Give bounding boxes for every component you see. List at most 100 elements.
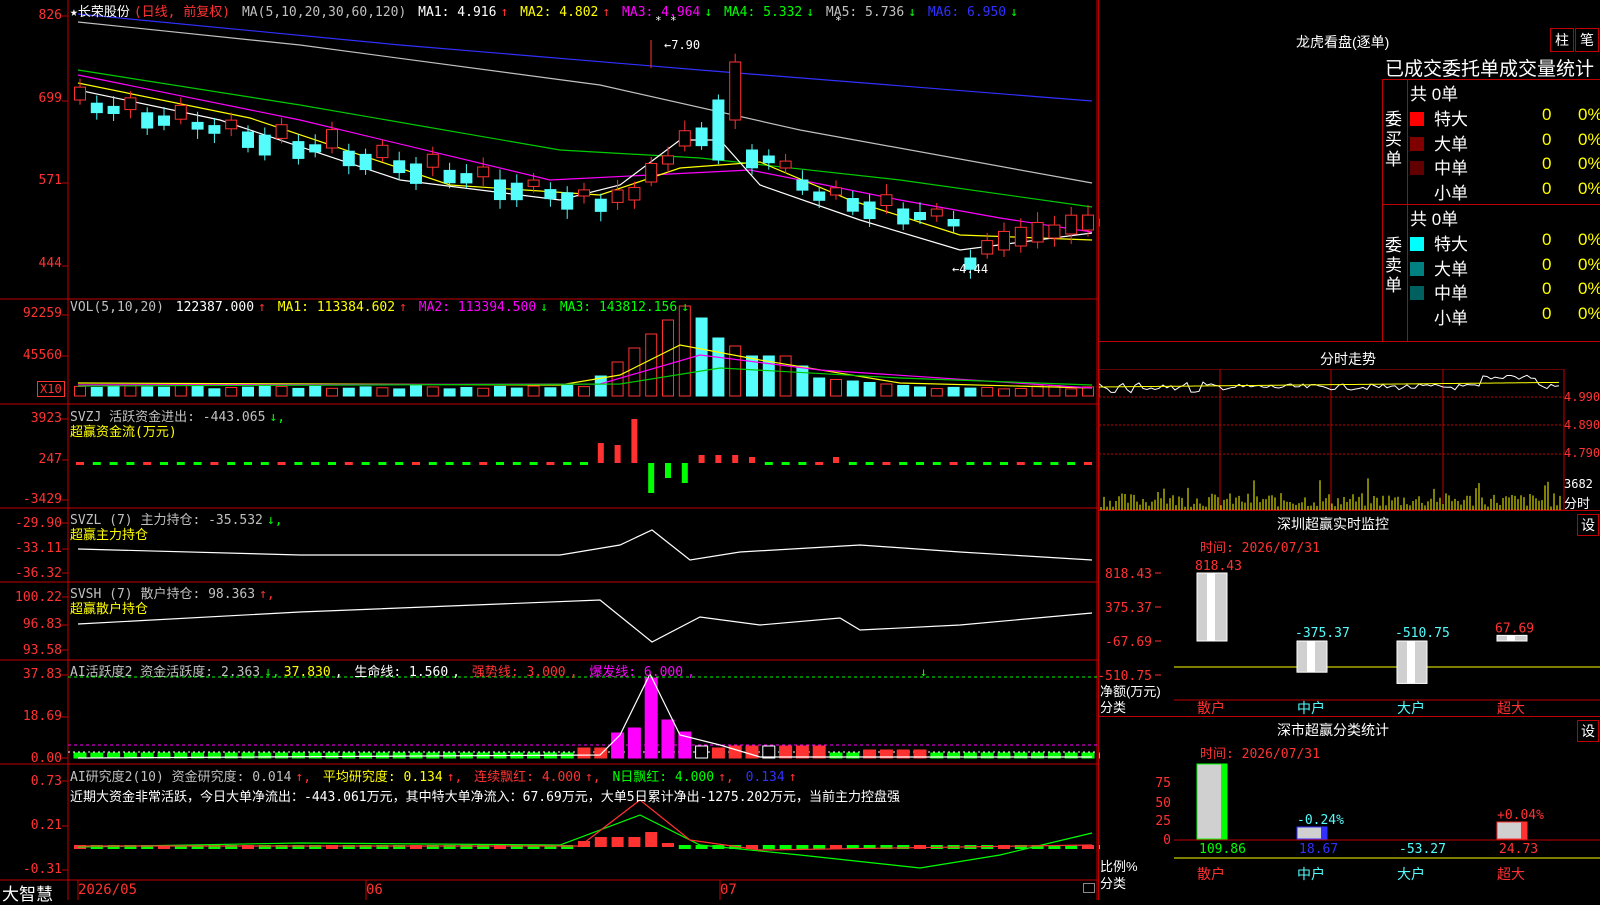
research-bar [998, 845, 1010, 849]
research-bar [762, 845, 775, 849]
sc-xlabel: 分类 [1100, 876, 1127, 891]
lock-icon[interactable] [1083, 883, 1095, 893]
candle-body [846, 198, 859, 212]
volume-bar [544, 387, 557, 397]
candle-body [275, 124, 288, 139]
ai-res-axis-label: 0.73 [30, 774, 62, 789]
buy-row-count: 0 [1542, 129, 1552, 149]
flow-dash [462, 462, 471, 465]
sz-bar-highlight [1407, 641, 1415, 684]
sz-monitor-chart: 818.43 375.37 -67.69 -510.75 818.43 散户 -375.37… [1099, 559, 1600, 715]
svzl-sub: 超赢主力持仓 [70, 528, 149, 543]
candle-body [510, 182, 523, 201]
sz-bar-highlight [1307, 641, 1315, 673]
flow-dash [781, 462, 790, 465]
sell-row-pct: 0% [1578, 303, 1600, 323]
sell-row-3: 小单 [1410, 304, 1468, 329]
candle-body [359, 153, 372, 171]
color-swatch-icon [1410, 161, 1424, 175]
activity-bar [359, 752, 373, 759]
candle-body [141, 112, 154, 129]
candle-body [578, 189, 590, 197]
intraday-avg-line [1099, 381, 1560, 388]
volume-bar [107, 385, 120, 397]
candle-body [376, 144, 389, 159]
sc-settings-button[interactable]: 设 [1577, 720, 1599, 742]
sell-row-count: 0 [1542, 279, 1552, 298]
flow-dash [1084, 462, 1092, 465]
activity-bar [577, 747, 591, 759]
volume-bar [342, 387, 355, 397]
buy-row-count: 0 [1542, 154, 1552, 173]
candle-body [1014, 226, 1027, 247]
sz-bar-value: -375.37 [1295, 626, 1350, 641]
activity-bar [342, 752, 356, 759]
flow-dash [109, 462, 118, 465]
activity-bar [325, 752, 339, 759]
flow-dash [932, 462, 941, 465]
flow-bar [833, 457, 839, 463]
volume-bar [779, 355, 792, 397]
flow-dash [529, 462, 538, 465]
intraday-axis-label: 4.790 [1564, 446, 1600, 460]
flow-dash [966, 462, 975, 465]
svzj-axis-label: -3429 [22, 492, 62, 507]
volume-bar [846, 380, 859, 397]
tick-mode-button[interactable]: 笔 [1575, 28, 1599, 52]
sc-bar-pct: +0.04% [1497, 808, 1544, 823]
flow-dash [764, 462, 773, 465]
sc-bar-edge [1521, 822, 1527, 839]
flow-dash [294, 462, 303, 465]
sc-axis-label: 25 [1155, 814, 1171, 829]
flow-dash [311, 462, 320, 465]
color-swatch-icon [1410, 185, 1424, 200]
price-legend: ★长荣股份 (日线, 前复权) MA(5,10,20,30,60,120) MA1… [70, 5, 1018, 20]
stock-name[interactable]: ★长荣股份 [70, 5, 130, 20]
candle-body [242, 131, 254, 148]
research-bar [796, 845, 809, 849]
sc-category: 散户 [1197, 866, 1225, 883]
sz-axis-label: -67.69 [1105, 635, 1152, 650]
research-bar [678, 845, 691, 849]
volume-bar [242, 386, 254, 397]
svzj-axis-label: 3923 [30, 411, 62, 426]
buy-row-3: 小单 [1410, 179, 1468, 204]
vol-unit-badge[interactable]: X10 [37, 381, 65, 397]
activity-bar [795, 745, 809, 759]
candle-body [426, 153, 439, 168]
flow-dash [244, 462, 252, 465]
svzl-axis-label: -36.32 [15, 566, 62, 581]
bar-mode-button[interactable]: 柱 [1550, 28, 1574, 52]
volume-bar [645, 333, 658, 397]
sz-xlabel: 分类 [1100, 700, 1127, 715]
candle-body [594, 198, 607, 212]
candle-body [914, 212, 926, 221]
vol-ma1: MA1: 113384.602 [277, 300, 396, 315]
kline-chart-area[interactable]: ↓* * * [0, 0, 1100, 900]
ai-burst-line: 爆发线: 6.000 [589, 665, 684, 680]
sz-time: 时间: 2026/07/31 [1200, 541, 1320, 556]
intraday-chart[interactable] [1099, 369, 1600, 510]
sell-row-name: 小单 [1434, 308, 1468, 328]
date-label: 06 [366, 882, 383, 898]
buy-row-name: 特大 [1434, 110, 1468, 129]
sell-row-count: 0 [1542, 254, 1552, 274]
flow-dash [580, 462, 588, 465]
candle-body [191, 121, 204, 130]
flow-dash [949, 462, 958, 465]
flow-dash [1016, 462, 1025, 465]
low-price-note: ←4.44 [952, 262, 989, 276]
candle-body [1098, 218, 1100, 227]
volume-bar [225, 387, 238, 397]
volume-bar [964, 387, 977, 397]
activity-bar [695, 745, 709, 759]
activity-bar [375, 752, 389, 759]
candle-body [981, 240, 994, 255]
candle-body [779, 160, 792, 169]
sz-settings-button[interactable]: 设 [1577, 514, 1599, 536]
sc-bar-edge [1321, 827, 1327, 839]
date-label: 07 [720, 882, 737, 898]
ai-res-legend: AI研究度2(10) 资金研究度: 0.014 ↑, 平均研究度: 0.134 ↑,… [70, 770, 797, 785]
sell-row-name: 大单 [1434, 259, 1468, 279]
volume-bar [998, 388, 1010, 397]
